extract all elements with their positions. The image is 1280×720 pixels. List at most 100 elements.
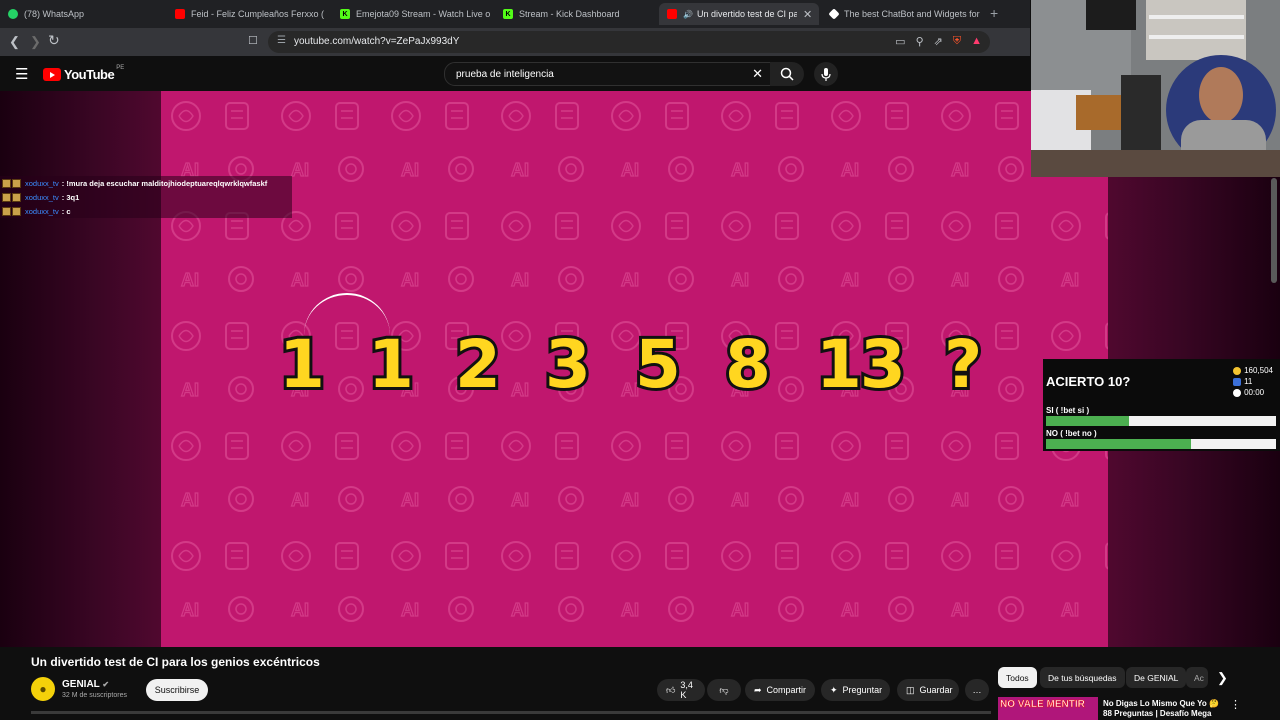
- ask-label: Preguntar: [842, 685, 883, 695]
- tab-title: Feid - Feliz Cumpleaños Ferxxo (Offic: [191, 9, 324, 19]
- reload-icon[interactable]: ↻: [48, 32, 60, 49]
- subscriber-count: 32 M de suscriptores: [62, 692, 127, 699]
- webcam-image: [1031, 0, 1280, 177]
- poll-option-fill: [1046, 439, 1191, 449]
- sequence-number: 5: [632, 323, 684, 406]
- rewards-icon[interactable]: ▲: [971, 35, 982, 48]
- related-video-title[interactable]: No Digas Lo Mismo Que Yo 🤔 88 Preguntas …: [1103, 699, 1221, 720]
- number-sequence: 1 1 2 3 5 8 13 ?: [161, 323, 1108, 406]
- browser-tab-bar: (78) WhatsApp Feid - Feliz Cumpleaños Fe…: [0, 0, 1030, 28]
- share-page-icon[interactable]: ⇗: [934, 35, 943, 48]
- poll-option-bar: [1046, 439, 1276, 449]
- player-left-backdrop: [0, 91, 161, 647]
- more-icon: …: [972, 685, 982, 695]
- youtube-play-icon: [43, 68, 61, 81]
- tab-active-video[interactable]: 🔊 Un divertido test de CI para lo ✕: [659, 3, 819, 25]
- sequence-number: 1: [365, 323, 417, 406]
- sequence-number: 13: [813, 323, 909, 406]
- chat-badge-icon: [2, 207, 11, 216]
- tab-kick-dashboard[interactable]: K Stream - Kick Dashboard: [495, 3, 653, 25]
- lightbulb-icon: ●: [39, 682, 47, 696]
- url-text: youtube.com/watch?v=ZePaJx993dY: [294, 36, 460, 47]
- poll-question: ACIERTO 10?: [1046, 374, 1131, 389]
- ask-button[interactable]: ✦ Preguntar: [821, 679, 890, 701]
- url-bar[interactable]: ☰ youtube.com/watch?v=ZePaJx993dY ▭ ⚲ ⇗ …: [268, 31, 990, 53]
- video-player[interactable]: AI 1 1 2 3 5 8 13 ?: [161, 91, 1108, 647]
- bookmark-save-icon: ◫: [906, 684, 915, 695]
- like-button[interactable]: 👍︎ 3,4 K: [657, 679, 705, 701]
- back-icon[interactable]: ❮: [9, 34, 20, 50]
- address-bar-row: ❮ ❯ ↻ ☐ ☰ youtube.com/watch?v=ZePaJx993d…: [0, 28, 1030, 56]
- sequence-number: 3: [542, 323, 594, 406]
- poll-time: 00:00: [1244, 388, 1265, 397]
- sparkle-icon: ✦: [830, 684, 838, 695]
- save-button[interactable]: ◫ Guardar: [897, 679, 959, 701]
- chevron-right-icon[interactable]: ❯: [1217, 670, 1228, 686]
- tab-title: (78) WhatsApp: [24, 9, 85, 19]
- subscribe-button[interactable]: Suscribirse: [146, 679, 208, 701]
- chip-from-searches[interactable]: De tus búsquedas: [1040, 667, 1125, 688]
- chat-badge-icon: [12, 193, 21, 202]
- chat-badge-icon: [2, 179, 11, 188]
- chip-from-channel[interactable]: De GENIAL: [1126, 667, 1187, 688]
- chat-badge-icon: [12, 179, 21, 188]
- search-box: ✕: [444, 62, 772, 86]
- related-more-icon[interactable]: ⋮: [1230, 698, 1241, 711]
- close-tab-icon[interactable]: ✕: [803, 8, 812, 21]
- search-button[interactable]: [770, 62, 804, 86]
- related-video-thumbnail[interactable]: NO VALE MENTIR: [998, 697, 1098, 720]
- sequence-question-mark: ?: [941, 323, 985, 406]
- menu-icon[interactable]: ☰: [15, 65, 28, 83]
- brave-shield-icon[interactable]: ⛨: [953, 35, 961, 48]
- thumbnail-text: NO VALE MENTIR: [1000, 699, 1085, 711]
- tab-feid[interactable]: Feid - Feliz Cumpleaños Ferxxo (Offic: [167, 3, 324, 25]
- sequence-number: 8: [722, 323, 774, 406]
- users-icon: [1233, 377, 1242, 386]
- kick-icon: K: [340, 9, 350, 19]
- voice-search-button[interactable]: [814, 62, 838, 86]
- cast-icon[interactable]: ▭: [895, 35, 905, 48]
- share-button[interactable]: ➦ Compartir: [745, 679, 815, 701]
- verified-icon: ✔: [102, 680, 110, 689]
- chat-badge-icon: [2, 193, 11, 202]
- thumbs-up-icon: 👍︎: [666, 684, 676, 695]
- zoom-icon[interactable]: ⚲: [916, 35, 924, 48]
- prediction-poll: ACIERTO 10? 160,504 11 00:00 SI ( !bet s…: [1043, 359, 1280, 451]
- thumbs-down-icon: 👎︎: [719, 684, 729, 695]
- youtube-icon: [175, 9, 185, 19]
- site-info-icon[interactable]: ☰: [277, 35, 286, 46]
- poll-option-label: NO ( !bet no ): [1046, 429, 1097, 438]
- dislike-button[interactable]: 👎︎: [707, 679, 741, 701]
- save-label: Guardar: [919, 685, 953, 695]
- chip-all[interactable]: Todos: [998, 667, 1037, 688]
- bookmark-icon[interactable]: ☐: [248, 34, 258, 47]
- stream-chat-overlay: xoduxx_tv : !mura deja escuchar malditoj…: [0, 176, 292, 218]
- poll-votes: 11: [1244, 377, 1253, 386]
- page-scrollbar[interactable]: [1271, 178, 1277, 283]
- search-input[interactable]: [454, 66, 738, 82]
- channel-avatar[interactable]: ●: [31, 677, 55, 701]
- chat-text: : 3q1: [61, 193, 80, 202]
- botrix-icon: [828, 8, 840, 20]
- chat-message: xoduxx_tv : !mura deja escuchar malditoj…: [2, 179, 267, 188]
- poll-option-fill: [1046, 416, 1129, 426]
- channel-name-text: GENIAL: [62, 679, 100, 690]
- clear-search-icon[interactable]: ✕: [752, 66, 763, 82]
- whatsapp-icon: [8, 9, 18, 19]
- chip-more[interactable]: Ac: [1186, 667, 1208, 688]
- tab-emejota[interactable]: K Emejota09 Stream - Watch Live on Ki: [332, 3, 490, 25]
- share-icon: ➦: [754, 684, 762, 695]
- more-actions-button[interactable]: …: [965, 679, 989, 701]
- chat-text: : !mura deja escuchar malditojhiodeptuar…: [61, 179, 268, 188]
- tab-whatsapp[interactable]: (78) WhatsApp: [0, 3, 165, 25]
- like-count: 3,4 K: [680, 680, 693, 700]
- chat-username: xoduxx_tv: [25, 207, 59, 216]
- tab-botrix[interactable]: The best ChatBot and Widgets for Ki: [822, 3, 980, 25]
- sequence-number: 2: [452, 323, 504, 406]
- webcam-feed: [1031, 0, 1280, 177]
- new-tab-icon[interactable]: +: [990, 5, 998, 21]
- channel-name[interactable]: GENIAL ✔: [62, 679, 109, 690]
- video-title: Un divertido test de CI para los genios …: [31, 655, 320, 669]
- youtube-logo[interactable]: YouTube PE: [43, 65, 124, 82]
- forward-icon[interactable]: ❯: [30, 34, 41, 50]
